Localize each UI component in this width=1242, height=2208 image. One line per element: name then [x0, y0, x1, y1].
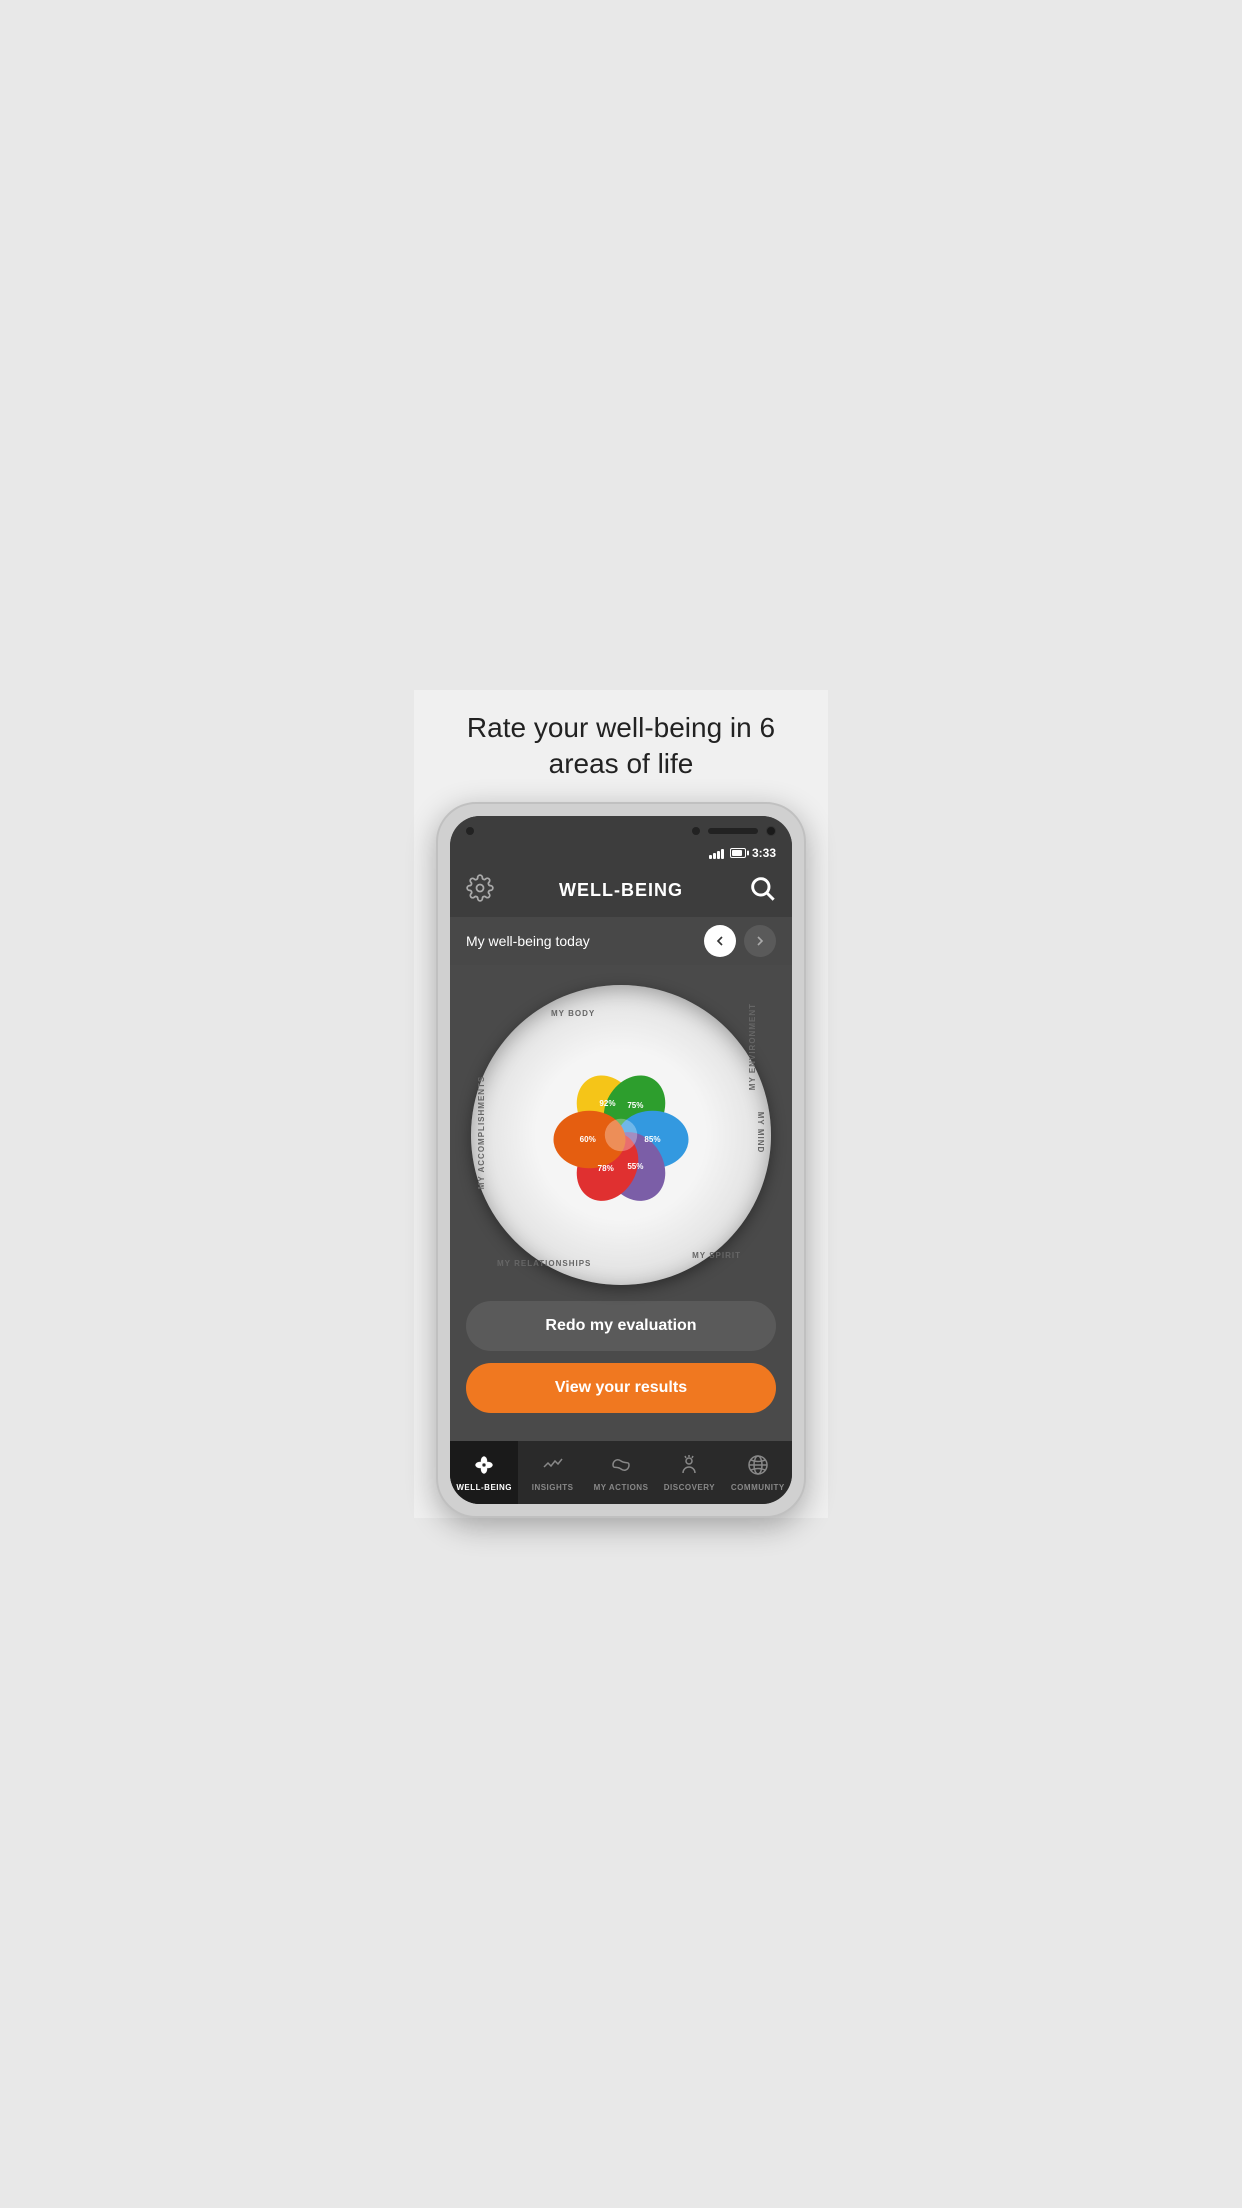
phone-inner: 3:33 WELL-BEING: [450, 816, 792, 1504]
nav-arrows: [704, 925, 776, 957]
bottom-nav-community[interactable]: COMMUNITY: [724, 1441, 792, 1504]
flower-svg: 92% 75% 85% 55% 78% 60%: [531, 1045, 711, 1225]
svg-text:60%: 60%: [580, 1136, 596, 1145]
myactions-label: MY ACTIONS: [594, 1483, 649, 1492]
myactions-icon: [607, 1451, 635, 1479]
nav-next-button[interactable]: [744, 925, 776, 957]
app-header: WELL-BEING: [450, 864, 792, 917]
camera-dot-center: [692, 827, 700, 835]
label-my-relationships: MY RELATIONSHIPS: [497, 1253, 591, 1271]
phone-notch: [450, 816, 792, 842]
battery-icon: [730, 848, 746, 858]
page-wrapper: Rate your well-being in 6 areas of life: [414, 690, 828, 1519]
speaker: [708, 828, 758, 834]
bottom-nav: WELL-BEING INSIGHTS: [450, 1441, 792, 1504]
label-my-environment: MY ENVIRONMENT: [748, 1003, 757, 1095]
nav-label: My well-being today: [466, 933, 590, 949]
label-my-spirit: MY SPIRIT: [692, 1245, 741, 1263]
search-icon[interactable]: [748, 874, 776, 907]
label-my-body: MY BODY: [551, 1003, 595, 1021]
nav-bar: My well-being today: [450, 917, 792, 965]
bottom-nav-insights[interactable]: INSIGHTS: [518, 1441, 586, 1504]
bottom-nav-myactions[interactable]: MY ACTIONS: [587, 1441, 655, 1504]
svg-text:55%: 55%: [627, 1163, 643, 1172]
front-camera: [766, 826, 776, 836]
insights-icon: [539, 1451, 567, 1479]
flower-chart: 92% 75% 85% 55% 78% 60% MY BODY MY E: [471, 985, 771, 1285]
label-my-accomplishments: MY ACCOMPLISHMENTS: [477, 1076, 486, 1195]
main-content: 92% 75% 85% 55% 78% 60% MY BODY MY E: [450, 965, 792, 1441]
page-header-text: Rate your well-being in 6 areas of life: [414, 710, 828, 783]
view-results-button[interactable]: View your results: [466, 1363, 776, 1413]
wellbeing-label: WELL-BEING: [456, 1483, 512, 1492]
svg-text:78%: 78%: [598, 1164, 614, 1173]
wellbeing-icon: [470, 1451, 498, 1479]
flower-background: 92% 75% 85% 55% 78% 60% MY BODY MY E: [471, 985, 771, 1285]
community-label: COMMUNITY: [731, 1483, 785, 1492]
gear-icon[interactable]: [466, 874, 494, 907]
discovery-label: DISCOVERY: [664, 1483, 715, 1492]
status-bar: 3:33: [450, 842, 792, 864]
label-my-mind: MY MIND: [756, 1112, 765, 1159]
community-icon: [744, 1451, 772, 1479]
bottom-nav-wellbeing[interactable]: WELL-BEING: [450, 1441, 518, 1504]
app-title: WELL-BEING: [559, 880, 683, 901]
redo-evaluation-button[interactable]: Redo my evaluation: [466, 1301, 776, 1351]
status-icons: [709, 847, 746, 859]
svg-text:92%: 92%: [599, 1100, 615, 1109]
svg-text:85%: 85%: [644, 1136, 660, 1145]
signal-icon: [709, 847, 724, 859]
nav-prev-button[interactable]: [704, 925, 736, 957]
camera-dot-left: [466, 827, 474, 835]
bottom-nav-discovery[interactable]: DISCOVERY: [655, 1441, 723, 1504]
insights-label: INSIGHTS: [532, 1483, 574, 1492]
buttons-section: Redo my evaluation View your results: [466, 1285, 776, 1421]
discovery-icon: [675, 1451, 703, 1479]
phone-frame: 3:33 WELL-BEING: [436, 802, 806, 1518]
svg-text:75%: 75%: [627, 1101, 643, 1110]
time-display: 3:33: [752, 846, 776, 860]
